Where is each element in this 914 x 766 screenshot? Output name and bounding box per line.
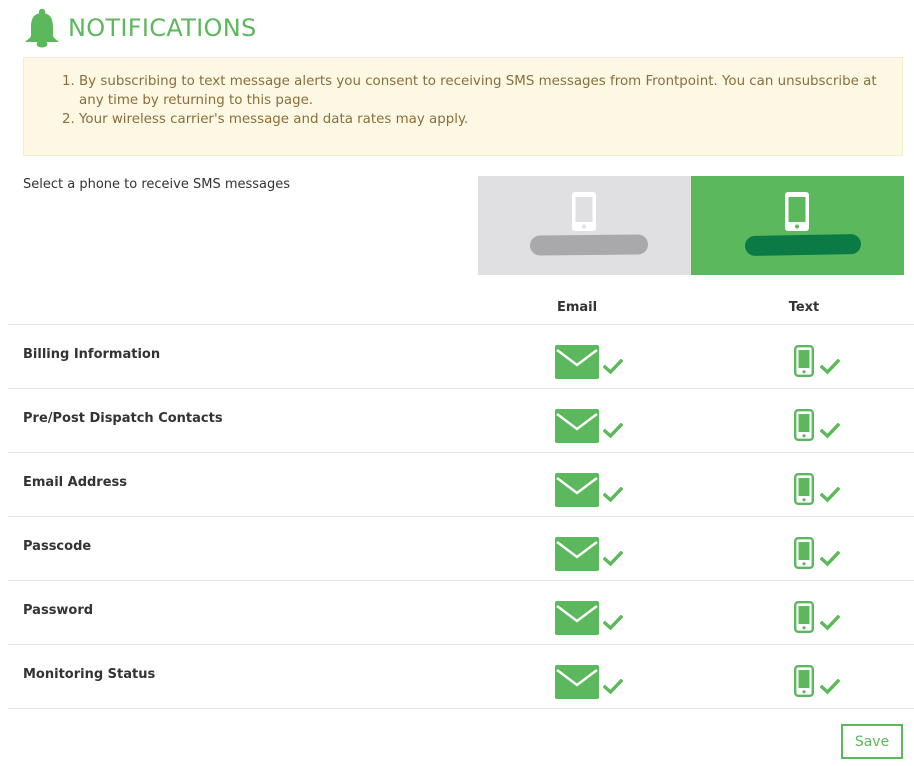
text-toggle[interactable]	[794, 345, 815, 378]
notification-label: Password	[23, 603, 94, 618]
redacted-phone-number	[744, 233, 862, 257]
email-toggle[interactable]	[555, 409, 599, 443]
checkmark-icon	[819, 358, 841, 375]
email-toggle[interactable]	[555, 601, 599, 635]
bell-icon	[23, 8, 61, 48]
checkmark-icon	[819, 550, 841, 567]
notification-row: Email Address	[8, 452, 914, 516]
text-toggle[interactable]	[794, 537, 815, 570]
checkmark-icon	[602, 422, 624, 439]
text-toggle[interactable]	[794, 665, 815, 698]
text-toggle[interactable]	[794, 409, 815, 442]
notification-row: Monitoring Status	[8, 644, 914, 708]
checkmark-icon	[819, 486, 841, 503]
notification-label: Monitoring Status	[23, 667, 156, 682]
envelope-icon	[555, 665, 599, 703]
checkmark-icon	[819, 678, 841, 695]
save-button[interactable]: Save	[841, 724, 903, 759]
checkmark-icon	[819, 422, 841, 439]
row-divider	[8, 708, 914, 709]
phone-option-2[interactable]	[691, 176, 904, 275]
envelope-icon	[555, 345, 599, 383]
envelope-icon	[555, 601, 599, 639]
checkmark-icon	[602, 486, 624, 503]
notification-label: Billing Information	[23, 347, 161, 362]
email-toggle[interactable]	[555, 473, 599, 507]
notification-row: Pre/Post Dispatch Contacts	[8, 388, 914, 452]
checkmark-icon	[602, 678, 624, 695]
column-header-text: Text	[788, 300, 820, 315]
notification-label: Passcode	[23, 539, 92, 554]
mobile-phone-icon	[794, 601, 815, 637]
mobile-phone-icon	[794, 409, 815, 445]
email-toggle[interactable]	[555, 665, 599, 699]
smartphone-icon	[784, 191, 810, 232]
email-toggle[interactable]	[555, 345, 599, 379]
page-title: NOTIFICATIONS	[68, 14, 257, 42]
column-header-email: Email	[556, 300, 598, 315]
notification-row: Password	[8, 580, 914, 644]
envelope-icon	[555, 409, 599, 447]
consent-item-2: Your wireless carrier's message and data…	[79, 110, 888, 129]
checkmark-icon	[602, 614, 624, 631]
text-toggle[interactable]	[794, 473, 815, 506]
checkmark-icon	[602, 358, 624, 375]
redacted-phone-number	[529, 234, 649, 256]
mobile-phone-icon	[794, 345, 815, 381]
consent-list: By subscribing to text message alerts yo…	[42, 72, 888, 129]
smartphone-icon	[571, 191, 597, 232]
notification-row: Billing Information	[8, 324, 914, 388]
envelope-icon	[555, 537, 599, 575]
envelope-icon	[555, 473, 599, 511]
email-toggle[interactable]	[555, 537, 599, 571]
phone-select-label: Select a phone to receive SMS messages	[23, 177, 291, 192]
mobile-phone-icon	[794, 665, 815, 701]
mobile-phone-icon	[794, 473, 815, 509]
page-header: NOTIFICATIONS	[23, 8, 257, 48]
checkmark-icon	[602, 550, 624, 567]
consent-item-1: By subscribing to text message alerts yo…	[79, 72, 888, 110]
sms-consent-alert: By subscribing to text message alerts yo…	[23, 57, 903, 156]
notification-label: Pre/Post Dispatch Contacts	[23, 411, 223, 426]
notification-label: Email Address	[23, 475, 128, 490]
notification-row: Passcode	[8, 516, 914, 580]
phone-option-1[interactable]	[478, 176, 691, 275]
checkmark-icon	[819, 614, 841, 631]
text-toggle[interactable]	[794, 601, 815, 634]
mobile-phone-icon	[794, 537, 815, 573]
